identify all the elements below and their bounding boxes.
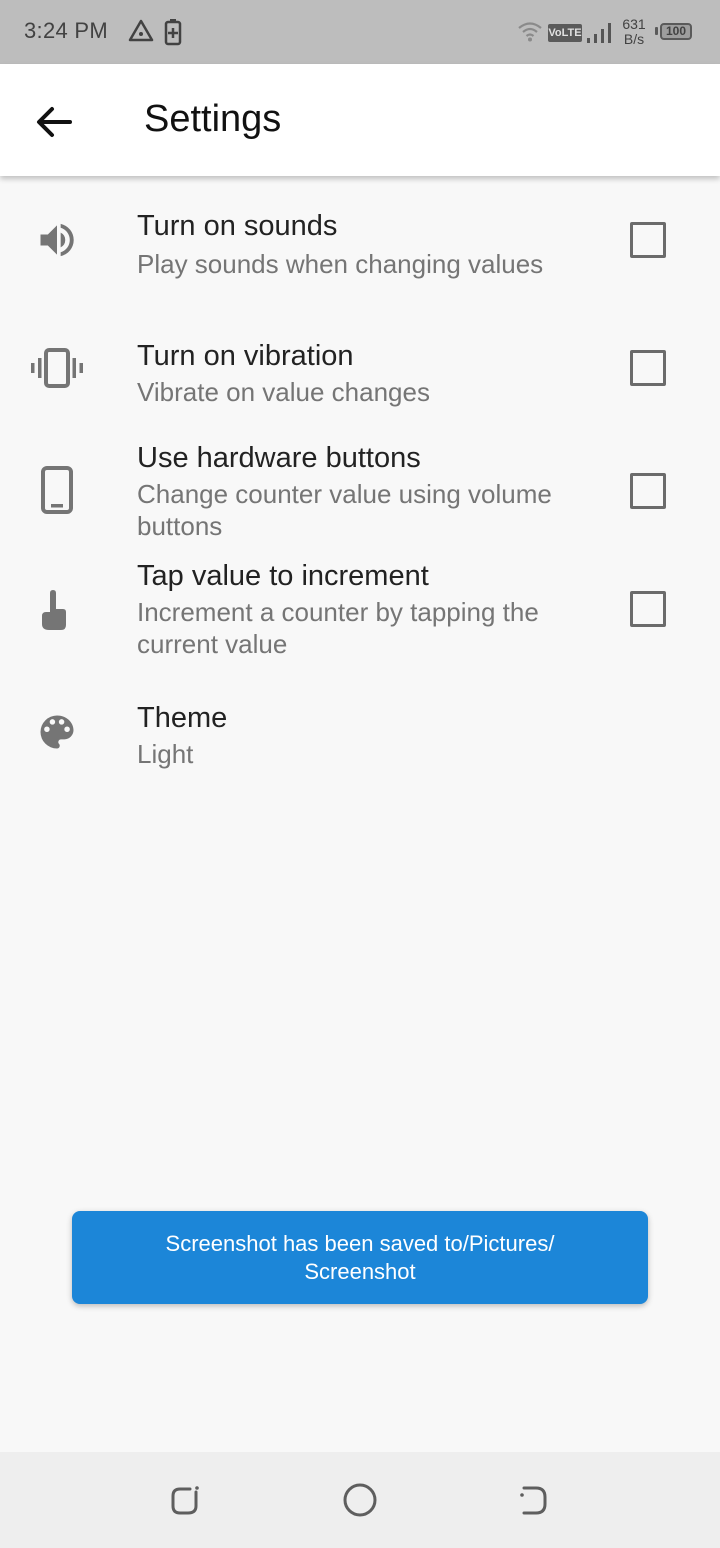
sounds-checkbox[interactable] — [630, 222, 666, 258]
home-icon[interactable] — [340, 1480, 380, 1520]
wifi-icon — [518, 22, 542, 42]
phone-icon — [28, 461, 86, 519]
network-speed-value: 631 — [622, 16, 646, 32]
hardware-buttons-checkbox[interactable] — [630, 473, 666, 509]
volume-icon — [28, 211, 86, 269]
setting-subtitle: Change counter value using volume button… — [137, 479, 552, 541]
setting-hardware-buttons[interactable]: Use hardware buttons Change counter valu… — [0, 440, 720, 550]
app-bar: Settings — [0, 64, 720, 176]
tap-increment-checkbox[interactable] — [630, 591, 666, 627]
setting-subtitle: Play sounds when changing values — [137, 249, 544, 279]
setting-vibration[interactable]: Turn on vibration Vibrate on value chang… — [0, 330, 720, 420]
setting-title: Turn on sounds — [137, 210, 338, 242]
alert-triangle-icon — [128, 19, 154, 42]
setting-title: Turn on vibration — [137, 340, 354, 372]
setting-subtitle: Vibrate on value changes — [137, 377, 430, 407]
vibration-icon — [28, 339, 86, 397]
palette-icon — [28, 703, 86, 761]
signal-icon — [587, 23, 611, 43]
setting-title: Use hardware buttons — [137, 442, 421, 474]
setting-subtitle: Light — [137, 739, 194, 769]
arrow-left-icon — [37, 107, 72, 137]
setting-title: Theme — [137, 702, 228, 734]
battery-saver-icon — [164, 19, 182, 46]
status-time: 3:24 PM — [24, 18, 109, 43]
setting-tap-increment[interactable]: Tap value to increment Increment a count… — [0, 560, 720, 670]
recents-icon[interactable] — [166, 1480, 206, 1520]
screenshot-toast: Screenshot has been saved to/Pictures/ S… — [72, 1211, 648, 1304]
battery-tip — [655, 27, 658, 35]
nav-bar — [0, 1452, 720, 1548]
back-nav-icon[interactable] — [514, 1480, 554, 1520]
setting-subtitle: Increment a counter by tapping the curre… — [137, 597, 539, 659]
volte-badge: VoLTE — [548, 24, 582, 42]
page-title: Settings — [144, 98, 282, 140]
back-button[interactable] — [24, 98, 84, 142]
battery-icon: 100 — [660, 23, 692, 40]
network-speed-unit: B/s — [623, 31, 645, 47]
tap-finger-icon — [24, 582, 82, 640]
setting-theme[interactable]: Theme Light — [0, 690, 720, 780]
toast-message: Screenshot has been saved to/Pictures/ S… — [165, 1230, 555, 1284]
setting-title: Tap value to increment — [137, 560, 429, 592]
setting-sounds[interactable]: Turn on sounds Play sounds when changing… — [0, 200, 720, 300]
status-bar: 3:24 PM VoLTE 631 B/s 100 — [0, 0, 720, 64]
vibration-checkbox[interactable] — [630, 350, 666, 386]
